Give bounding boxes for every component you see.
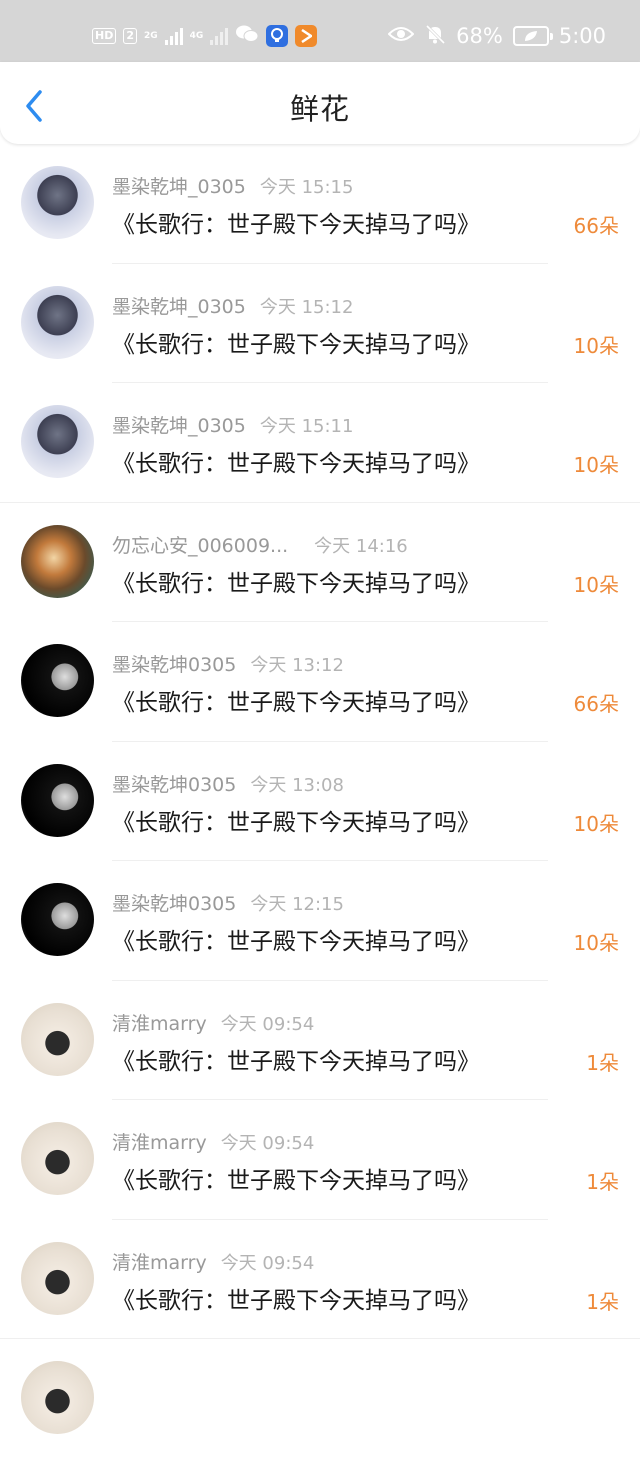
username[interactable]: 清淮marry — [112, 1132, 207, 1154]
flower-record-list: 墨染乾坤_0305 今天 15:15 《长歌行：世子殿下今天掉马了吗》 66朵 墨… — [0, 144, 640, 1459]
item-meta: 墨染乾坤0305 今天 12:15 — [112, 889, 344, 916]
list-item[interactable]: 墨染乾坤_0305 今天 15:15 《长歌行：世子殿下今天掉马了吗》 66朵 — [0, 144, 640, 264]
network-4g-label: 4G — [189, 30, 204, 41]
play-icon — [295, 25, 318, 47]
list-item-partial[interactable] — [0, 1339, 640, 1459]
avatar[interactable] — [21, 763, 94, 837]
timestamp: 今天 13:12 — [250, 655, 344, 676]
item-meta: 清淮marry 今天 09:54 — [112, 1248, 314, 1275]
flower-count: 10朵 — [573, 453, 619, 477]
username[interactable]: 清淮marry — [112, 1252, 207, 1274]
book-title[interactable]: 《长歌行：世子殿下今天掉马了吗》 — [112, 683, 480, 717]
list-item[interactable]: 墨染乾坤_0305 今天 15:11 《长歌行：世子殿下今天掉马了吗》 10朵 — [0, 383, 640, 503]
username[interactable]: 墨染乾坤_0305 — [112, 415, 246, 437]
flower-count: 1朵 — [586, 1050, 619, 1075]
book-title[interactable]: 《长歌行：世子殿下今天掉马了吗》 — [112, 1042, 480, 1076]
book-title[interactable]: 《长歌行：世子殿下今天掉马了吗》 — [112, 922, 480, 956]
timestamp: 今天 15:11 — [259, 416, 354, 437]
status-bar: HD 2 2G 4G 68% 5:00 — [0, 0, 640, 62]
flower-count: 1朵 — [586, 1289, 619, 1314]
avatar[interactable] — [21, 166, 94, 239]
book-title[interactable]: 《长歌行：世子殿下今天掉马了吗》 — [112, 444, 480, 478]
network-2g-label: 2G — [144, 30, 158, 41]
item-meta: 墨染乾坤0305 今天 13:08 — [112, 770, 344, 797]
username[interactable]: 清淮marry — [112, 1013, 207, 1035]
status-right: 68% 5:00 — [387, 22, 606, 50]
timestamp: 今天 09:54 — [220, 1133, 315, 1154]
timestamp: 今天 09:54 — [220, 1252, 315, 1274]
bulb-icon — [266, 25, 289, 47]
book-title[interactable]: 《长歌行：世子殿下今天掉马了吗》 — [112, 803, 480, 837]
signal-icon-2 — [210, 27, 229, 45]
book-title[interactable]: 《长歌行：世子殿下今天掉马了吗》 — [112, 205, 480, 239]
avatar[interactable] — [21, 285, 94, 359]
avatar[interactable] — [21, 405, 94, 478]
page-header: 鲜花 — [0, 62, 640, 144]
book-title[interactable]: 《长歌行：世子殿下今天掉马了吗》 — [112, 1161, 480, 1195]
avatar[interactable] — [21, 1361, 94, 1434]
item-meta: 墨染乾坤_0305 今天 15:12 — [112, 292, 353, 319]
timestamp: 今天 09:54 — [220, 1013, 315, 1035]
flower-count: 10朵 — [573, 572, 619, 597]
bell-off-icon — [424, 23, 446, 50]
timestamp: 今天 14:16 — [314, 535, 408, 557]
list-item[interactable]: 墨染乾坤0305 今天 13:12 《长歌行：世子殿下今天掉马了吗》 66朵 — [0, 622, 640, 742]
username[interactable]: 墨染乾坤0305 — [112, 654, 236, 676]
list-item[interactable]: 墨染乾坤_0305 今天 15:12 《长歌行：世子殿下今天掉马了吗》 10朵 — [0, 264, 640, 383]
list-item[interactable]: 墨染乾坤0305 今天 13:08 《长歌行：世子殿下今天掉马了吗》 10朵 — [0, 742, 640, 861]
flower-count: 10朵 — [573, 333, 619, 358]
item-meta: 清淮marry 今天 09:54 — [112, 1009, 314, 1036]
avatar[interactable] — [21, 524, 94, 598]
item-meta: 墨染乾坤0305 今天 13:12 — [112, 650, 344, 677]
book-title[interactable]: 《长歌行：世子殿下今天掉马了吗》 — [112, 564, 480, 598]
book-title[interactable]: 《长歌行：世子殿下今天掉马了吗》 — [112, 1281, 480, 1315]
signal-icon — [164, 27, 183, 45]
item-meta: 勿忘心安_006009... 今天 14:16 — [112, 531, 408, 558]
wechat-icon — [235, 24, 259, 48]
avatar[interactable] — [21, 1122, 94, 1195]
timestamp: 今天 12:15 — [250, 894, 344, 915]
clock: 5:00 — [558, 24, 606, 48]
username[interactable]: 墨染乾坤_0305 — [112, 296, 246, 318]
flower-count: 1朵 — [586, 1170, 619, 1194]
avatar[interactable] — [21, 883, 94, 956]
list-item[interactable]: 勿忘心安_006009... 今天 14:16 《长歌行：世子殿下今天掉马了吗》 … — [0, 503, 640, 622]
item-meta: 墨染乾坤_0305 今天 15:15 — [112, 172, 353, 199]
item-meta: 清淮marry 今天 09:54 — [112, 1128, 314, 1155]
eye-icon — [387, 24, 415, 48]
avatar[interactable] — [21, 1241, 94, 1315]
username[interactable]: 勿忘心安_006009... — [112, 535, 288, 557]
book-title[interactable]: 《长歌行：世子殿下今天掉马了吗》 — [112, 325, 480, 359]
flower-count: 10朵 — [573, 811, 619, 836]
flower-count: 10朵 — [573, 931, 619, 955]
list-item[interactable]: 墨染乾坤0305 今天 12:15 《长歌行：世子殿下今天掉马了吗》 10朵 — [0, 861, 640, 981]
flower-count: 66朵 — [573, 692, 619, 716]
hd-badge: HD — [92, 28, 117, 44]
timestamp: 今天 13:08 — [250, 774, 344, 796]
avatar[interactable] — [21, 1002, 94, 1076]
avatar[interactable] — [21, 644, 94, 717]
username[interactable]: 墨染乾坤0305 — [112, 893, 236, 915]
timestamp: 今天 15:15 — [259, 177, 354, 198]
flower-count: 66朵 — [573, 214, 619, 238]
username[interactable]: 墨染乾坤0305 — [112, 774, 236, 796]
status-left: HD 2 2G 4G — [92, 22, 318, 50]
battery-icon — [512, 26, 553, 46]
list-item[interactable]: 清淮marry 今天 09:54 《长歌行：世子殿下今天掉马了吗》 1朵 — [0, 1220, 640, 1339]
page-title: 鲜花 — [289, 92, 350, 126]
battery-percent: 68% — [456, 24, 503, 48]
timestamp: 今天 15:12 — [259, 296, 354, 318]
username[interactable]: 墨染乾坤_0305 — [112, 176, 246, 198]
list-item[interactable]: 清淮marry 今天 09:54 《长歌行：世子殿下今天掉马了吗》 1朵 — [0, 1100, 640, 1220]
list-item[interactable]: 清淮marry 今天 09:54 《长歌行：世子殿下今天掉马了吗》 1朵 — [0, 981, 640, 1100]
item-meta: 墨染乾坤_0305 今天 15:11 — [112, 411, 353, 438]
sim-badge: 2 — [123, 28, 137, 44]
